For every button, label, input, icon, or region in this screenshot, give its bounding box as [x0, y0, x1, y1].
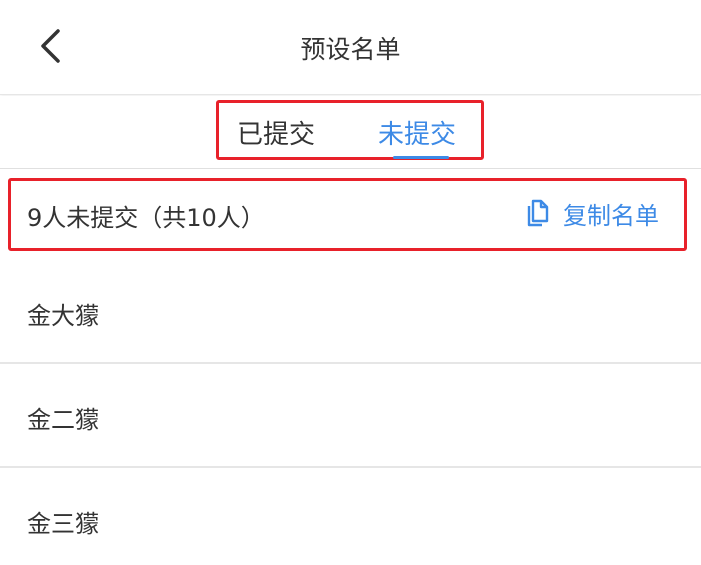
header-bar: 预设名单 — [0, 0, 701, 95]
list-item[interactable]: 金大獴 — [0, 260, 701, 364]
list-item-name: 金三獴 — [27, 510, 99, 538]
list-item[interactable]: 金三獴 — [0, 468, 701, 565]
page-title: 预设名单 — [300, 35, 401, 64]
unsubmitted-count-text: 9人未提交（共10人） — [27, 204, 265, 232]
list-item[interactable]: 金二獴 — [0, 364, 701, 468]
tab-unsubmitted[interactable]: 未提交 — [378, 114, 456, 151]
list-item-name: 金大獴 — [27, 302, 99, 330]
copy-list-label: 复制名单 — [563, 201, 659, 230]
copy-list-button[interactable]: 复制名单 — [525, 196, 659, 230]
copy-icon — [525, 199, 551, 227]
list-item-name: 金二獴 — [27, 406, 99, 434]
active-tab-indicator — [393, 156, 449, 159]
unsubmitted-list: 金大獴 金二獴 金三獴 — [0, 260, 701, 565]
tab-submitted[interactable]: 已提交 — [237, 114, 315, 151]
tabs-bar: 已提交 未提交 — [0, 96, 701, 169]
